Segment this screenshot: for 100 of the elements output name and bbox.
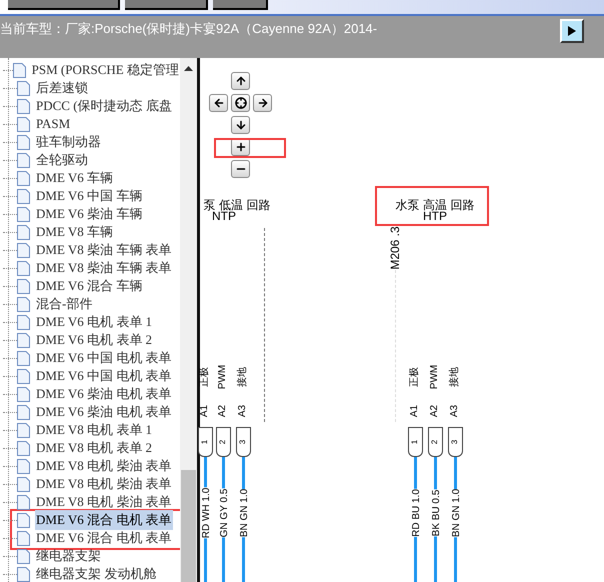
pin-label: A3 <box>238 404 248 418</box>
tree-item[interactable]: 继电器支架 发动机舱 <box>0 565 180 582</box>
tree-item[interactable]: DME V6 中国 车辆 <box>0 187 180 205</box>
circuit-title: 泵 低温 回路 <box>204 199 270 211</box>
tree-item-label: DME V6 混合 车辆 <box>35 277 144 296</box>
tree-item[interactable]: DME V6 柴油 车辆 <box>0 205 180 223</box>
document-icon <box>17 512 30 528</box>
document-icon <box>17 224 30 240</box>
zoom-out-button[interactable] <box>231 160 250 178</box>
tree-item[interactable]: DME V6 电机 表单 1 <box>0 313 180 331</box>
tree-item[interactable]: DME V6 柴油 电机 表单 <box>0 385 180 403</box>
tree-item-label: DME V6 中国 车辆 <box>35 187 144 206</box>
document-icon <box>17 440 30 456</box>
terminal-number: 2 <box>432 440 440 444</box>
tree-item-label: DME V8 电机 柴油 表单 <box>35 475 173 494</box>
tree-item-label: DME V6 中国 电机 表单 <box>35 349 173 368</box>
tree-item[interactable]: 全轮驱动 <box>0 151 180 169</box>
tree-item-label: DME V8 电机 表单 2 <box>35 439 154 458</box>
tree-item-label: DME V6 中国 电机 表单 <box>35 367 173 386</box>
tree-item[interactable]: DME V6 柴油 电机 表单 <box>0 403 180 421</box>
tree-item-label: 混合-部件 <box>35 295 94 314</box>
scrollbar[interactable] <box>180 58 197 582</box>
tree-item[interactable]: DME V8 柴油 车辆 表单 <box>0 241 180 259</box>
document-icon <box>17 242 30 258</box>
tree-item[interactable]: 后差速锁 <box>0 79 180 97</box>
document-icon <box>17 566 30 582</box>
tree-item[interactable]: DME V8 电机 柴油 表单 <box>0 475 180 493</box>
tree-item[interactable]: DME V6 中国 电机 表单 <box>0 349 180 367</box>
pin-function-label: PWM <box>430 364 440 390</box>
tree-item[interactable]: DME V6 电机 表单 2 <box>0 331 180 349</box>
tree-item[interactable]: DME V6 混合 车辆 <box>0 277 180 295</box>
wire-label: BK BU 0.5 <box>432 490 442 536</box>
document-icon <box>17 80 30 96</box>
pin-label: A1 <box>200 404 210 418</box>
circuit-code: HTP <box>423 210 447 222</box>
component-label: M206 .3 <box>389 226 401 270</box>
wire-label: RD BU 1.0 <box>412 489 422 537</box>
tree-item[interactable]: 驻车制动器 <box>0 133 180 151</box>
tree-item[interactable]: DME V6 混合 电机 表单 <box>0 511 180 529</box>
expand-button[interactable] <box>560 19 584 43</box>
tree-item-label: PSM (PORSCHE 稳定管理 <box>30 61 180 80</box>
tree-item-label: DME V6 混合 电机 表单 <box>35 529 173 548</box>
document-icon <box>17 152 30 168</box>
tree-item-label: DME V6 柴油 电机 表单 <box>35 403 173 422</box>
tree-item-label: 后差速锁 <box>35 79 89 98</box>
circuit-code: NTP <box>212 210 236 222</box>
document-icon <box>17 494 30 510</box>
terminal-number: 1 <box>202 440 210 444</box>
tree-item-label: DME V8 车辆 <box>35 223 114 242</box>
arrow-right-icon <box>568 26 576 36</box>
toolbar-tab[interactable] <box>213 0 268 10</box>
pan-down-button[interactable] <box>231 116 250 134</box>
pin-function-label: PWM <box>218 364 228 390</box>
tree-item[interactable]: DME V6 车辆 <box>0 169 180 187</box>
document-icon <box>17 260 30 276</box>
toolbar-tab[interactable] <box>8 0 120 10</box>
tree-item[interactable]: PDCC (保时捷动态 底盘 <box>0 97 180 115</box>
tree-item-label: DME V6 电机 表单 2 <box>35 331 154 350</box>
terminal-number: 3 <box>452 440 460 444</box>
document-icon <box>17 296 30 312</box>
pin-function-label: 接地 <box>238 367 248 387</box>
tree-item[interactable]: 继电器支架 <box>0 547 180 565</box>
document-icon <box>17 368 30 384</box>
tree-item[interactable]: DME V8 电机 柴油 表单 <box>0 493 180 511</box>
pin-label: A1 <box>410 404 420 418</box>
pin-function-label: 正极 <box>200 367 210 387</box>
pin-label: A2 <box>430 404 440 418</box>
tree-item[interactable]: PSM (PORSCHE 稳定管理 <box>0 61 180 79</box>
document-icon <box>17 134 30 150</box>
tree-item[interactable]: DME V8 车辆 <box>0 223 180 241</box>
scrollbar-thumb[interactable] <box>181 470 196 582</box>
pan-center-button[interactable] <box>231 94 250 112</box>
tree-item-label: DME V6 车辆 <box>35 169 114 188</box>
toolbar-tab[interactable] <box>125 0 208 10</box>
tree-item[interactable]: DME V8 电机 柴油 表单 <box>0 457 180 475</box>
pan-right-icon <box>256 97 268 109</box>
tree-item[interactable]: PASM <box>0 115 180 133</box>
tree-item-label: PDCC (保时捷动态 底盘 <box>35 97 173 116</box>
tree-item[interactable]: 混合-部件 <box>0 295 180 313</box>
pan-right-button[interactable] <box>253 94 272 112</box>
document-icon <box>17 332 30 348</box>
tree-item-label: DME V8 柴油 车辆 表单 <box>35 241 173 260</box>
tree-item[interactable]: DME V8 电机 表单 1 <box>0 421 180 439</box>
pin-function-label: 接地 <box>450 367 460 387</box>
tree-item[interactable]: DME V6 混合 电机 表单 <box>0 529 180 547</box>
vehicle-label: 当前车型： <box>0 20 65 38</box>
tree-item[interactable]: DME V6 中国 电机 表单 <box>0 367 180 385</box>
tree-item[interactable]: DME V8 电机 表单 2 <box>0 439 180 457</box>
pan-left-button[interactable] <box>209 94 228 112</box>
document-icon <box>17 386 30 402</box>
tree-item[interactable]: DME V8 柴油 车辆 表单 <box>0 259 180 277</box>
wire-label: BN GN 1.0 <box>452 488 462 538</box>
document-icon <box>17 476 30 492</box>
zoom-in-icon <box>234 141 246 153</box>
pin-label: A2 <box>218 404 228 418</box>
pan-down-icon <box>234 119 246 131</box>
tree-item-label: DME V8 电机 表单 1 <box>35 421 154 440</box>
pan-up-button[interactable] <box>231 72 250 90</box>
annotation-frame <box>214 138 286 158</box>
tree-item-label: DME V8 柴油 车辆 表单 <box>35 259 173 278</box>
